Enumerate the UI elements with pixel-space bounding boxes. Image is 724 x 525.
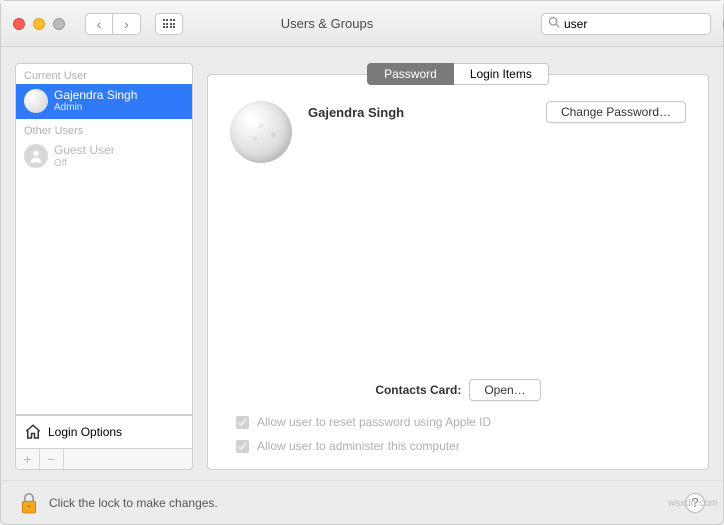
users-groups-window: ‹ › Users & Groups ✕ C [0,0,724,525]
section-current-user: Current User [16,64,192,84]
lock-icon[interactable] [19,491,39,515]
titlebar: ‹ › Users & Groups ✕ [1,1,723,47]
permission-checks: Allow user to reset password using Apple… [230,415,686,453]
contacts-card-label: Contacts Card: [375,383,461,397]
check-admin-row: Allow user to administer this computer [236,439,686,453]
guest-name: Guest User [54,143,115,157]
tab-login-items[interactable]: Login Items [454,63,549,85]
change-password-button[interactable]: Change Password… [546,101,686,123]
user-display-name: Gajendra Singh [308,105,530,120]
chevron-left-icon: ‹ [97,16,102,32]
tab-password[interactable]: Password [367,63,454,85]
content-area: Current User Gajendra Singh Admin Other … [1,47,723,480]
check-apple-id-row: Allow user to reset password using Apple… [236,415,686,429]
section-other-users: Other Users [16,119,192,139]
user-list: Current User Gajendra Singh Admin Other … [15,63,193,415]
user-row-current[interactable]: Gajendra Singh Admin [16,84,192,119]
avatar-icon [24,89,48,113]
add-user-button: + [16,449,40,469]
guest-avatar-icon [24,144,48,168]
check-admin [236,440,249,453]
main-panel: Password Login Items Gajendra Singh Chan… [207,63,709,470]
open-contacts-button[interactable]: Open… [469,379,540,401]
traffic-lights [13,18,65,30]
guest-status: Off [54,158,115,169]
user-row-guest[interactable]: Guest User Off [16,139,192,174]
check-apple-id-label: Allow user to reset password using Apple… [257,415,491,429]
search-icon [548,16,560,31]
home-icon [24,423,42,441]
back-button[interactable]: ‹ [85,13,113,35]
footer: Click the lock to make changes. ? [1,480,723,524]
user-role: Admin [54,102,137,113]
sidebar: Current User Gajendra Singh Admin Other … [15,63,193,470]
password-panel: Gajendra Singh Change Password… Contacts… [207,74,709,470]
user-name: Gajendra Singh [54,88,137,102]
login-options-row[interactable]: Login Options [15,415,193,449]
window-title: Users & Groups [121,16,533,31]
check-admin-label: Allow user to administer this computer [257,439,460,453]
close-window-button[interactable] [13,18,25,30]
minimize-window-button[interactable] [33,18,45,30]
remove-user-button: − [40,449,64,469]
search-input[interactable] [564,17,719,31]
zoom-window-button [53,18,65,30]
watermark: wsxdn.com [668,498,718,509]
tab-bar: Password Login Items [207,63,709,85]
user-avatar-large[interactable] [230,101,292,163]
check-apple-id [236,416,249,429]
search-field[interactable]: ✕ [541,13,711,35]
login-options-label: Login Options [48,425,122,439]
contacts-card-row: Contacts Card: Open… [230,379,686,401]
user-header: Gajendra Singh Change Password… [230,101,686,163]
lock-hint-text: Click the lock to make changes. [49,496,675,510]
add-remove-bar: + − [15,449,193,470]
